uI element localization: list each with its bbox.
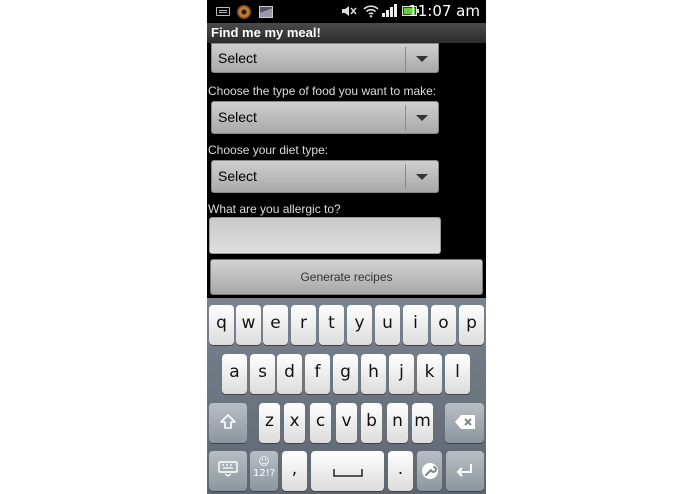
coin-icon (237, 5, 251, 19)
backspace-icon (454, 415, 475, 429)
title-bar: Find me my meal! (207, 23, 486, 43)
image-icon (259, 6, 273, 18)
diet-type-label: Choose your diet type: (208, 143, 329, 157)
phone-screen: 11:07 am Find me my meal! Select Choose … (207, 0, 486, 494)
key-c[interactable]: c (310, 403, 331, 443)
status-time: 11:07 am (408, 2, 480, 20)
enter-key[interactable] (446, 451, 484, 491)
spinner-divider (405, 47, 406, 72)
key-g[interactable]: g (333, 354, 358, 394)
key-b[interactable]: b (361, 403, 382, 443)
key-d[interactable]: d (277, 354, 302, 394)
key-s[interactable]: s (250, 354, 275, 394)
key-h[interactable]: h (361, 354, 386, 394)
spinner-top[interactable]: Select (211, 43, 439, 73)
keyboard-hide-key[interactable] (209, 451, 247, 491)
app-title: Find me my meal! (211, 25, 321, 40)
mute-icon (341, 4, 357, 18)
food-type-value: Select (218, 109, 257, 125)
key-y[interactable]: y (347, 305, 372, 345)
key-r[interactable]: r (291, 305, 316, 345)
key-a[interactable]: a (222, 354, 247, 394)
soft-keyboard: q w e r t y u i o p a s d f g h j k l z … (207, 298, 486, 494)
key-z[interactable]: z (259, 403, 280, 443)
allergy-input[interactable] (209, 217, 441, 254)
generate-recipes-button[interactable]: Generate recipes (210, 259, 483, 295)
wifi-icon (363, 4, 379, 18)
key-x[interactable]: x (284, 403, 305, 443)
food-type-spinner[interactable]: Select (211, 101, 439, 134)
key-t[interactable]: t (319, 305, 344, 345)
key-f[interactable]: f (305, 354, 330, 394)
chevron-down-icon (416, 174, 428, 180)
key-q[interactable]: q (209, 305, 234, 345)
settings-icon (421, 463, 438, 479)
space-icon (332, 469, 363, 477)
key-k[interactable]: k (417, 354, 442, 394)
symbols-key-label: 12!? (252, 468, 276, 479)
shift-icon (220, 414, 236, 429)
enter-icon (456, 464, 472, 477)
key-i[interactable]: i (403, 305, 428, 345)
emoji-glyph: ☺ (258, 455, 270, 468)
comma-key[interactable]: , (282, 451, 307, 491)
spinner-divider (405, 164, 406, 189)
spinner-top-value: Select (218, 50, 257, 66)
period-key[interactable]: . (388, 451, 413, 491)
diet-type-value: Select (218, 168, 257, 184)
spinner-divider (405, 105, 406, 130)
backspace-key[interactable] (445, 403, 484, 443)
chevron-down-icon (416, 56, 428, 62)
food-type-label: Choose the type of food you want to make… (208, 84, 437, 98)
key-e[interactable]: e (263, 305, 288, 345)
status-bar: 11:07 am (207, 0, 486, 23)
key-v[interactable]: v (336, 403, 357, 443)
signal-icon (382, 4, 397, 17)
key-j[interactable]: j (389, 354, 414, 394)
allergy-label: What are you allergic to? (208, 202, 341, 216)
shift-key[interactable] (209, 403, 247, 443)
key-p[interactable]: p (459, 305, 484, 345)
settings-key[interactable] (417, 451, 442, 491)
key-n[interactable]: n (387, 403, 408, 443)
key-m[interactable]: m (412, 403, 433, 443)
symbols-key[interactable]: ☺ 12!? (250, 451, 278, 491)
key-o[interactable]: o (431, 305, 456, 345)
keyboard-hide-icon (218, 461, 238, 477)
key-l[interactable]: l (445, 354, 470, 394)
key-u[interactable]: u (375, 305, 400, 345)
chevron-down-icon (416, 115, 428, 121)
key-w[interactable]: w (236, 305, 261, 345)
keyboard-icon (216, 7, 230, 16)
diet-type-spinner[interactable]: Select (211, 160, 439, 193)
space-key[interactable] (311, 451, 384, 491)
